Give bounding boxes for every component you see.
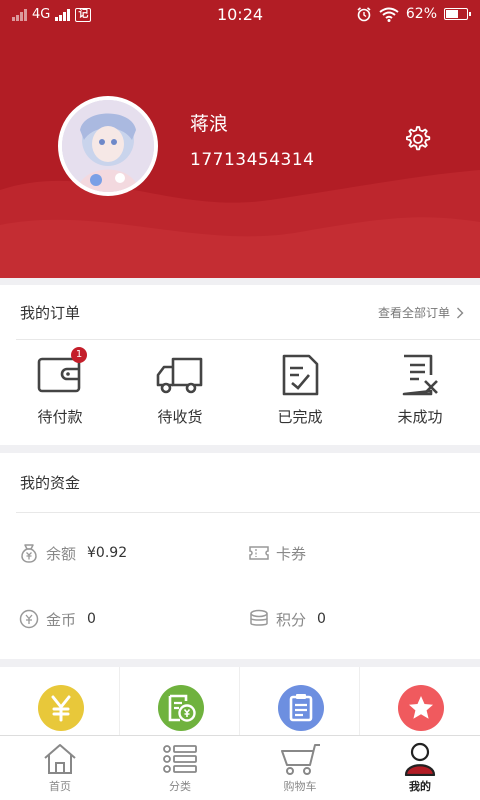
view-all-orders-label: 查看全部订单 [377,306,450,320]
status-bar: 4G 记 10:24 62% [0,0,480,32]
balance-label: 余额 [46,544,77,563]
balance-value: ¥0.92 [87,545,128,561]
coins-value: 0 [87,611,96,627]
coupon-icon [249,546,269,560]
points-item[interactable]: 积分 0 [248,608,326,630]
home-icon [44,744,76,774]
orders-title: 我的订单 [20,304,81,322]
order-item-label: 已完成 [277,408,323,426]
orders-card: 我的订单 查看全部订单 1 待付款 待收货 已完成 未成功 [0,285,480,445]
shortcut-grid [0,667,480,737]
battery-percent: 62% [405,6,437,22]
star-icon [409,696,433,719]
tab-label: 我的 [409,780,431,793]
funds-title: 我的资金 [20,474,81,492]
shortcut-voucher[interactable] [120,667,240,737]
order-pending-receipt[interactable]: 待收货 [120,353,240,427]
battery-icon [444,8,471,20]
cart-icon [281,744,320,775]
clipboard-icon [289,694,313,722]
coin-icon [19,609,39,629]
view-all-orders-link[interactable]: 查看全部订单 [378,304,464,321]
funds-divider [16,512,480,513]
truck-icon [156,357,203,394]
shortcut-clipboard[interactable] [240,667,360,737]
order-item-label: 未成功 [397,408,443,426]
points-value: 0 [317,611,326,627]
coin-stack-icon [250,609,268,626]
tab-label: 购物车 [283,780,317,793]
coupons-label: 卡券 [276,544,307,563]
order-failed[interactable]: 未成功 [360,353,480,427]
order-item-label: 待收货 [157,408,203,426]
tab-home[interactable]: 首页 [0,736,120,800]
money-bag-icon [21,544,37,563]
failed-doc-icon [402,354,438,396]
user-icon [404,742,436,776]
coins-item[interactable]: 金币 0 [18,608,96,630]
order-item-label: 待付款 [37,408,83,426]
shortcut-yuan[interactable] [0,667,120,737]
orders-divider [16,339,480,340]
bottom-tab-bar: 首页 分类 购物车 我的 [0,735,480,800]
pending-payment-badge: 1 [71,347,87,363]
profile-header: 蒋浪 17713454314 [0,0,480,278]
points-label: 积分 [276,610,307,629]
coupons-item[interactable]: 卡券 [248,542,306,564]
balance-item[interactable]: 余额 ¥0.92 [18,542,127,564]
list-icon [163,745,197,773]
order-completed[interactable]: 已完成 [240,353,360,427]
user-phone: 17713454314 [190,150,315,170]
tab-category[interactable]: 分类 [120,736,240,800]
completed-doc-icon [282,354,319,396]
alarm-icon [357,7,371,22]
tab-mine[interactable]: 我的 [360,736,480,800]
coins-label: 金币 [46,610,77,629]
avatar[interactable] [58,96,158,196]
user-name: 蒋浪 [190,113,229,135]
shortcut-star[interactable] [360,667,480,737]
wifi-icon [379,7,399,22]
chevron-right-icon [457,307,464,318]
settings-gear-icon[interactable] [402,124,432,154]
funds-card: 我的资金 余额 ¥0.92 卡券 金币 0 积分 0 [0,453,480,659]
tab-label: 首页 [49,780,71,793]
voucher-icon [168,694,196,722]
tab-label: 分类 [169,780,191,793]
order-pending-payment[interactable]: 1 待付款 [0,347,120,427]
yuan-icon [51,695,71,722]
tab-cart[interactable]: 购物车 [240,736,360,800]
